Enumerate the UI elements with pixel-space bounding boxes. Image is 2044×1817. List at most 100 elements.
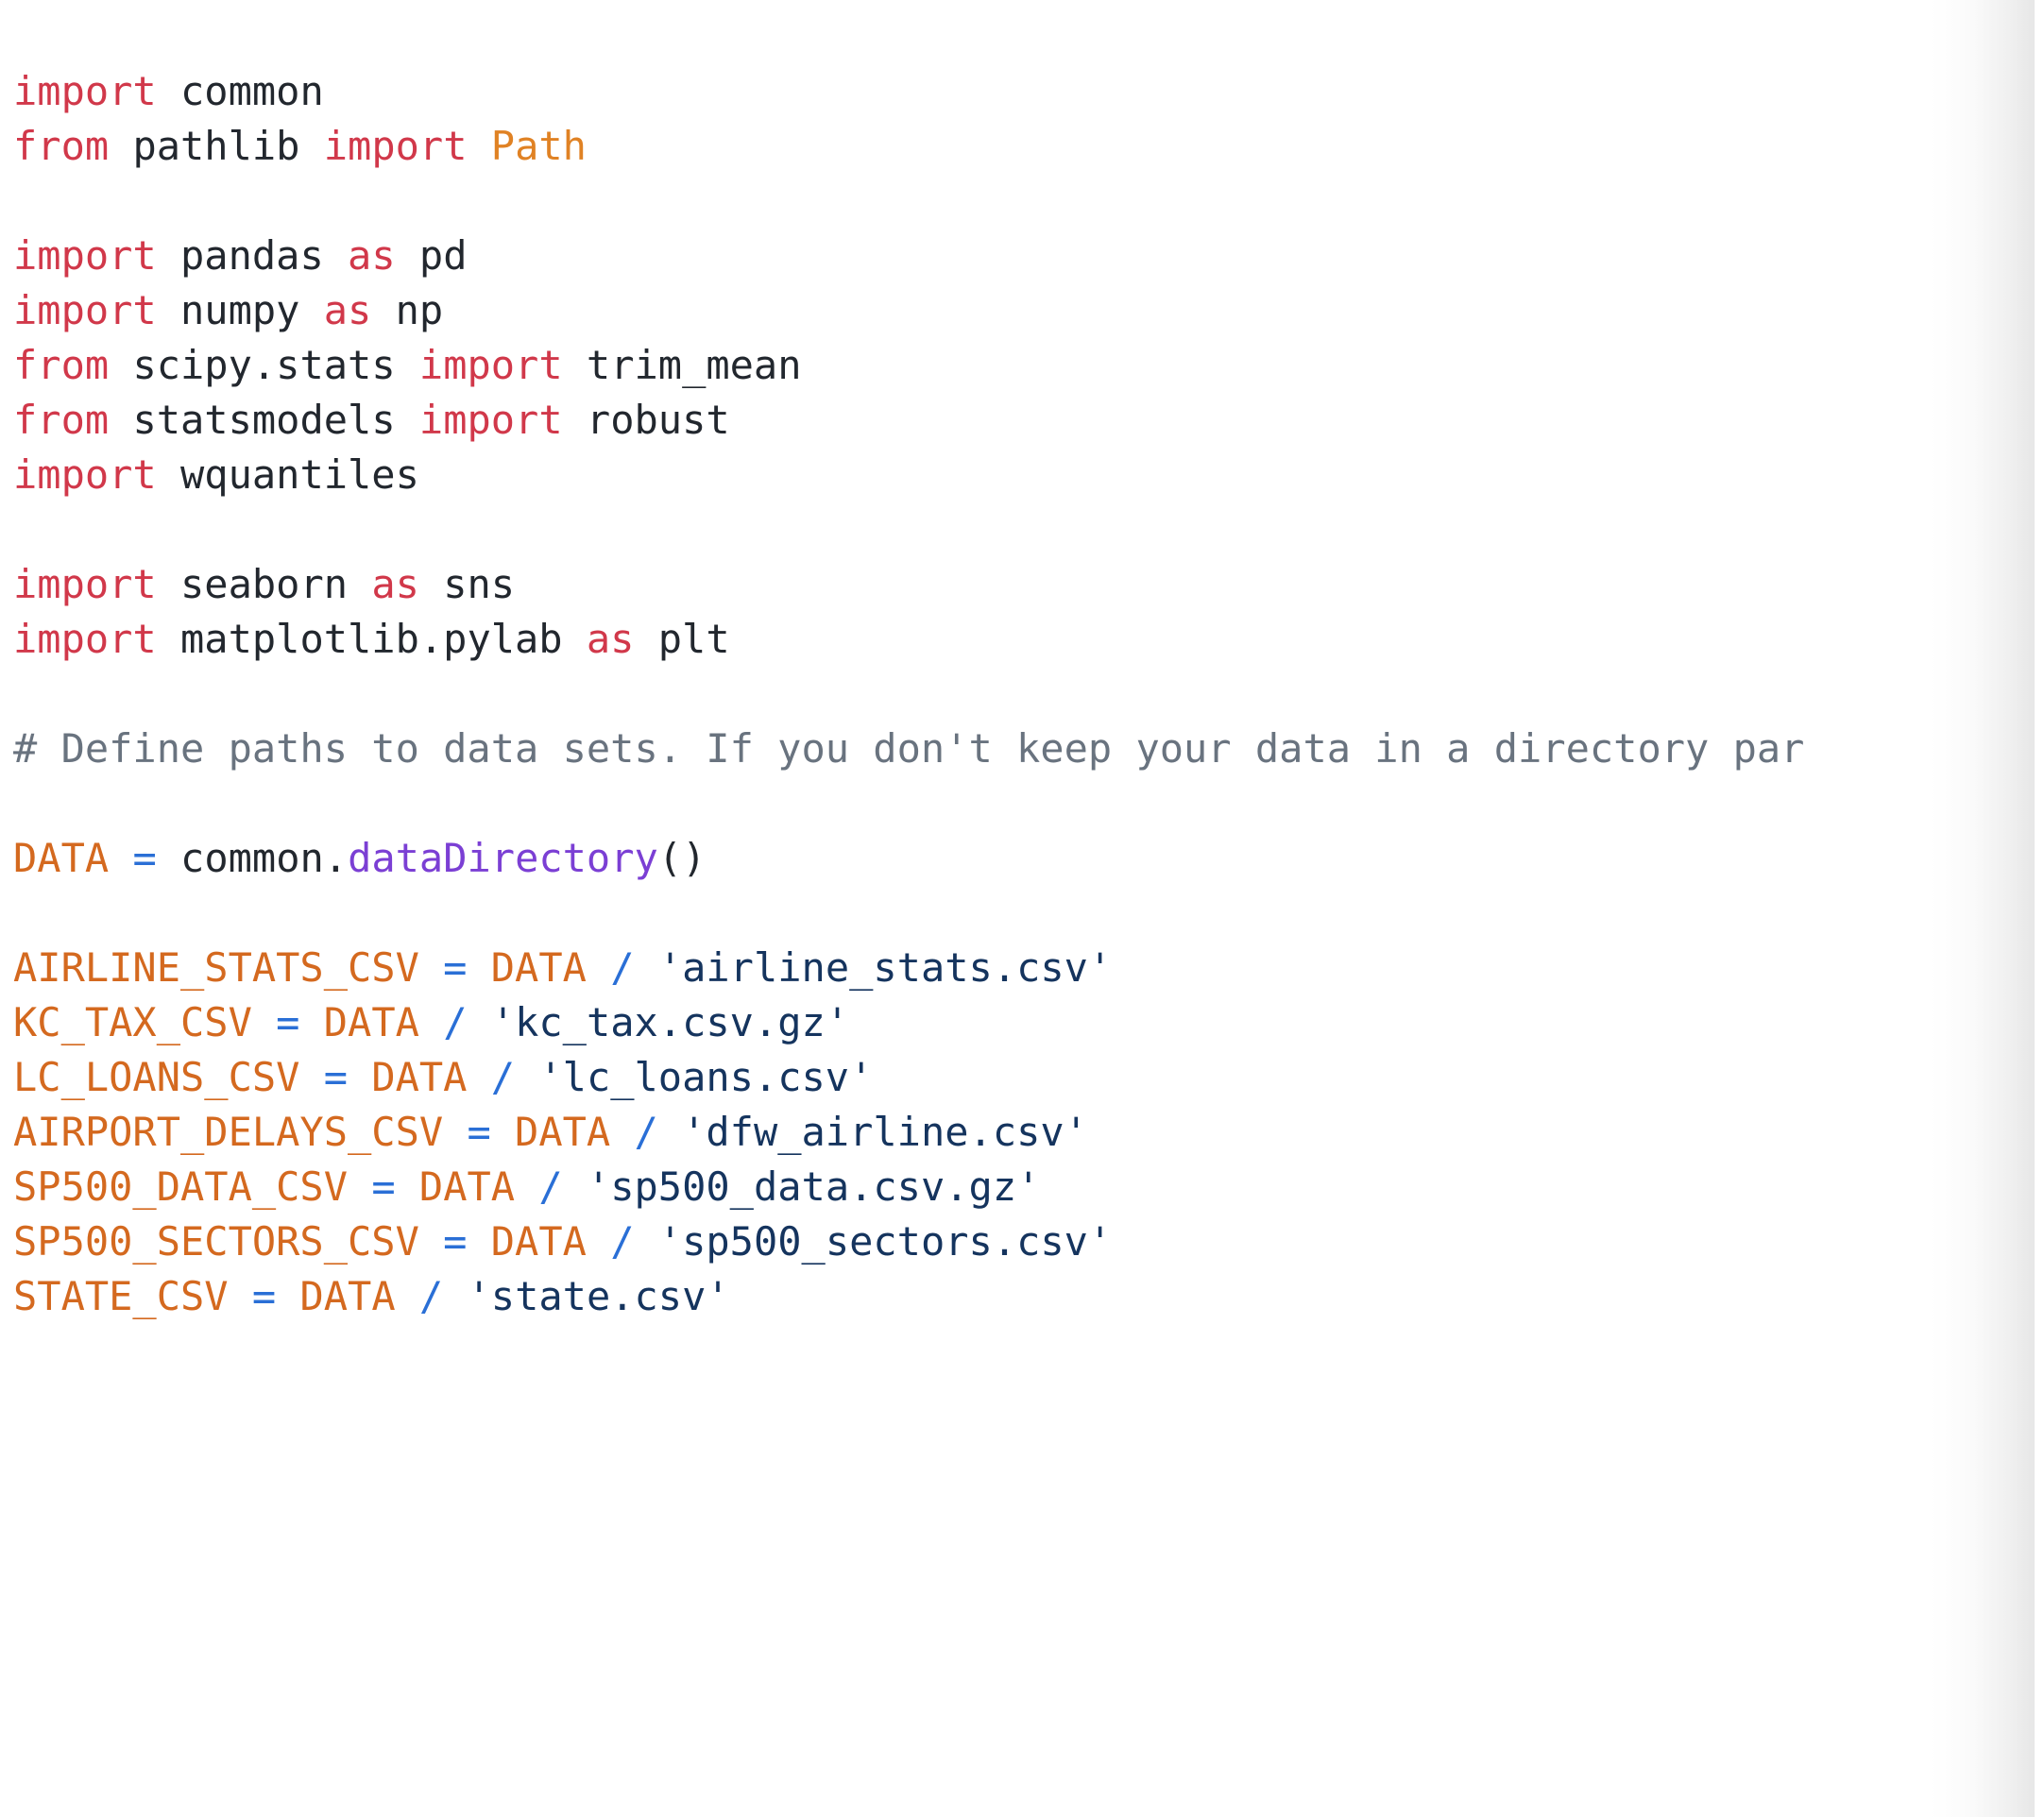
token-ws <box>276 1273 299 1319</box>
token-const: SP500_SECTORS_CSV <box>13 1218 419 1265</box>
token-fn: dataDirectory <box>348 835 658 881</box>
token-op: / <box>634 1109 658 1155</box>
code-line[interactable]: import wquantiles <box>13 448 1804 502</box>
token-op: / <box>610 1218 635 1265</box>
token-ws <box>610 1109 634 1155</box>
token-const: DATA <box>323 999 419 1045</box>
token-ws <box>419 561 443 607</box>
code-line[interactable]: LC_LOANS_CSV = DATA / 'lc_loans.csv' <box>13 1050 1804 1105</box>
token-op: / <box>610 944 635 991</box>
horizontal-scroll-fade <box>1931 0 2044 1817</box>
token-ws <box>587 1218 610 1265</box>
token-op: = <box>323 1054 349 1100</box>
code-line[interactable]: from pathlib import Path <box>13 119 1804 174</box>
code-line[interactable]: ​ <box>13 174 1804 229</box>
code-line[interactable]: SP500_SECTORS_CSV = DATA / 'sp500_sector… <box>13 1214 1804 1269</box>
token-ws <box>109 835 132 881</box>
token-name: statsmodels <box>132 397 396 443</box>
token-op: = <box>443 1218 468 1265</box>
token-const: DATA <box>490 944 587 991</box>
token-ws <box>443 1273 467 1319</box>
token-str: 'dfw_airline.csv' <box>682 1109 1088 1155</box>
code-line[interactable]: STATE_CSV = DATA / 'state.csv' <box>13 1269 1804 1324</box>
code-line[interactable]: ​ <box>13 776 1804 831</box>
token-ws <box>299 999 323 1045</box>
token-kw: as <box>348 232 396 279</box>
token-name: robust <box>586 397 730 443</box>
code-line[interactable]: import seaborn as sns <box>13 557 1804 612</box>
token-name: scipy.stats <box>132 342 396 388</box>
token-const: DATA <box>515 1109 611 1155</box>
token-ws <box>467 123 490 169</box>
code-line[interactable]: ​ <box>13 667 1804 722</box>
token-op: = <box>251 1273 277 1319</box>
token-ws <box>396 342 419 388</box>
token-ws <box>157 232 180 279</box>
code-line[interactable]: ​ <box>13 886 1804 941</box>
token-const: DATA <box>490 1218 587 1265</box>
token-ws <box>419 944 443 991</box>
token-ws <box>109 342 132 388</box>
token-cls: Path <box>490 123 587 169</box>
token-ws <box>299 287 323 333</box>
code-line[interactable]: DATA = common.dataDirectory() <box>13 831 1804 886</box>
code-line[interactable]: import pandas as pd <box>13 229 1804 283</box>
token-name: pd <box>418 232 468 279</box>
code-line[interactable]: AIRLINE_STATS_CSV = DATA / 'airline_stat… <box>13 941 1804 995</box>
token-str: 'airline_stats.csv' <box>657 944 1113 991</box>
token-name: np <box>395 287 444 333</box>
token-name: trim_mean <box>586 342 802 388</box>
token-ws <box>157 616 180 662</box>
token-str: 'state.csv' <box>467 1273 730 1319</box>
token-name: sns <box>443 561 516 607</box>
token-kw: from <box>13 397 110 443</box>
token-ws <box>419 1218 443 1265</box>
code-line[interactable]: from statsmodels import robust <box>13 393 1804 448</box>
token-str: 'sp500_sectors.csv' <box>657 1218 1113 1265</box>
code-line[interactable]: SP500_DATA_CSV = DATA / 'sp500_data.csv.… <box>13 1160 1804 1214</box>
token-ws <box>587 944 610 991</box>
token-ws <box>396 232 419 279</box>
token-name: wquantiles <box>180 451 419 498</box>
code-block[interactable]: import commonfrom pathlib import Path​im… <box>0 40 1804 1324</box>
token-punc: . <box>323 835 349 881</box>
token-str: 'lc_loans.csv' <box>538 1054 874 1100</box>
token-kw: import <box>13 451 157 498</box>
token-kw: import <box>13 561 157 607</box>
code-line[interactable]: import common <box>13 64 1804 119</box>
token-com: # Define paths to data sets. If you don'… <box>13 725 1805 772</box>
token-ws <box>252 999 276 1045</box>
token-name: pandas <box>180 232 324 279</box>
token-kw: import <box>418 342 563 388</box>
code-line[interactable]: ​ <box>13 502 1804 557</box>
token-ws <box>157 68 180 114</box>
token-ws <box>491 1109 515 1155</box>
code-line[interactable]: KC_TAX_CSV = DATA / 'kc_tax.csv.gz' <box>13 995 1804 1050</box>
code-line[interactable]: import numpy as np <box>13 283 1804 338</box>
code-line[interactable]: import matplotlib.pylab as plt <box>13 612 1804 667</box>
token-op: = <box>467 1109 491 1155</box>
token-op: = <box>443 944 468 991</box>
token-ws <box>157 287 180 333</box>
token-ws <box>443 1109 467 1155</box>
code-line[interactable]: AIRPORT_DELAYS_CSV = DATA / 'dfw_airline… <box>13 1105 1804 1160</box>
token-ws <box>348 1163 371 1210</box>
token-ws <box>419 999 443 1045</box>
token-kw: from <box>13 342 110 388</box>
token-name: plt <box>657 616 730 662</box>
token-const: DATA <box>13 835 110 881</box>
token-const: AIRPORT_DELAYS_CSV <box>13 1109 444 1155</box>
code-line[interactable]: from scipy.stats import trim_mean <box>13 338 1804 393</box>
token-kw: import <box>13 287 157 333</box>
token-ws <box>157 451 180 498</box>
token-ws <box>635 944 658 991</box>
code-line[interactable]: # Define paths to data sets. If you don'… <box>13 722 1804 776</box>
token-ws <box>468 999 491 1045</box>
token-ws <box>467 944 490 991</box>
token-punc: () <box>657 835 707 881</box>
token-ws <box>324 232 348 279</box>
code-viewport[interactable]: import commonfrom pathlib import Path​im… <box>0 0 2044 1817</box>
token-kw: as <box>371 561 419 607</box>
token-ws <box>229 1273 252 1319</box>
token-op: = <box>276 999 300 1045</box>
